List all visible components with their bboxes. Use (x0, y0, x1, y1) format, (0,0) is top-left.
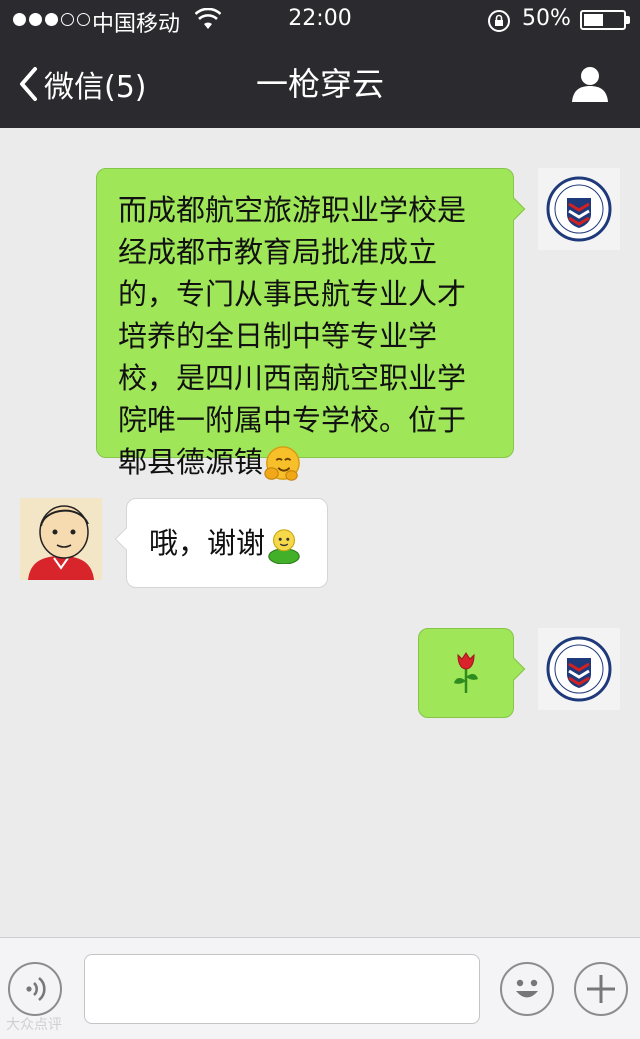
my-avatar[interactable] (538, 168, 620, 250)
green-figure-emoji-icon (268, 529, 300, 564)
message-bubble-outgoing[interactable]: 而成都航空旅游职业学校是经成都市教育局批准成立的，专门从事民航专业人才培养的全日… (96, 168, 526, 481)
message-bubble-incoming[interactable]: 哦，谢谢 (114, 498, 328, 588)
battery-tip (626, 16, 630, 24)
chat-title: 一枪穿云 (255, 65, 384, 103)
bubble-tail (502, 197, 526, 221)
rose-emoji-icon (454, 652, 478, 693)
top-bar: 中国移动 22:00 50% 微信(5) 一枪穿云 (0, 0, 640, 128)
plus-icon (587, 975, 615, 1003)
contact-avatar[interactable] (20, 498, 102, 580)
bubble-tail (502, 657, 526, 681)
profile-icon[interactable] (570, 64, 610, 104)
cartoon-person-avatar-icon (20, 498, 102, 580)
message-bubble-outgoing[interactable] (418, 628, 526, 718)
rotation-lock-icon (488, 10, 510, 32)
message-text: 哦，谢谢 (149, 526, 266, 560)
message-input[interactable] (84, 954, 480, 1024)
more-button[interactable] (574, 962, 628, 1016)
battery-percent: 50% (522, 6, 571, 31)
emoji-button[interactable] (500, 962, 554, 1016)
my-avatar[interactable] (538, 628, 620, 710)
battery-icon (580, 10, 626, 30)
voice-icon (26, 976, 46, 1002)
status-bar: 中国移动 22:00 50% (0, 0, 640, 40)
voice-button[interactable] (8, 962, 62, 1016)
school-emblem-icon (546, 176, 612, 242)
bubble-tail (114, 527, 138, 551)
school-emblem-icon (546, 636, 612, 702)
message-text: 而成都航空旅游职业学校是经成都市教育局批准成立的，专门从事民航专业人才培养的全日… (118, 193, 467, 479)
battery-level (584, 14, 603, 26)
input-bar (0, 937, 640, 1039)
smiley-icon (516, 979, 538, 998)
hugging-face-emoji-icon (264, 446, 300, 481)
watermark: 大众点评 (6, 1017, 62, 1033)
